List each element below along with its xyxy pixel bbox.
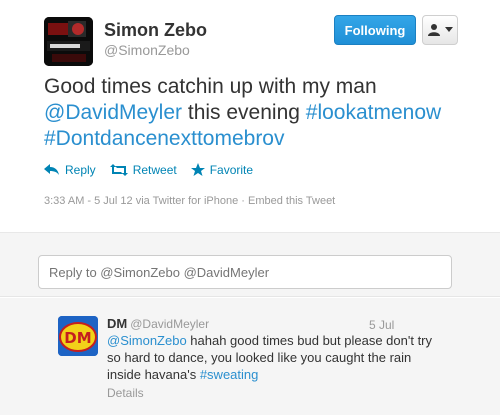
reply-label[interactable]: Reply [65,163,96,177]
tweet-meta[interactable]: 3:33 AM - 5 Jul 12 via Twitter for iPhon… [44,195,335,207]
reply-box-area [0,233,500,297]
mention-link[interactable]: @DavidMeyler [44,101,182,124]
tweet-actions: Reply Retweet Favorite [44,163,267,177]
reply-item: DM DM @DavidMeyler 5 Jul @SimonZebo hahah… [0,298,500,415]
reply-action[interactable]: Reply [44,163,96,177]
reply-icon [44,164,59,175]
user-icon [427,24,440,36]
hashtag-link[interactable]: #lookatmenow [306,101,441,124]
retweet-icon [109,164,128,176]
tweet-text-part: this evening [182,101,306,124]
author-handle[interactable]: @SimonZebo [104,42,190,58]
mention-link[interactable]: @SimonZebo [107,333,187,348]
tweet-card: Simon Zebo @SimonZebo Following Good tim… [0,0,500,232]
reply-input[interactable] [38,255,452,289]
details-link[interactable]: Details [107,386,144,400]
retweet-label[interactable]: Retweet [133,163,177,177]
user-actions-button[interactable] [422,15,458,45]
favorite-label[interactable]: Favorite [210,163,253,177]
hashtag-link[interactable]: #Dontdancenexttomebrov [44,127,285,150]
reply-author-handle[interactable]: @DavidMeyler [130,317,209,331]
favorite-star-icon [190,163,205,176]
reply-date[interactable]: 5 Jul [369,318,394,332]
reply-author-name[interactable]: DM [107,316,127,331]
reply-text: @SimonZebo hahah good times bud but plea… [107,332,437,383]
retweet-action[interactable]: Retweet [109,163,177,177]
hashtag-link[interactable]: #sweating [200,367,259,382]
tweet-text-part: Good times catchin up with my man [44,75,377,98]
caret-down-icon [444,27,453,32]
tweet-text: Good times catchin up with my man @David… [44,74,464,152]
following-button[interactable]: Following [334,15,416,45]
favorite-action[interactable]: Favorite [190,163,253,177]
reply-header: DM @DavidMeyler [107,316,209,331]
author-avatar[interactable] [44,17,93,66]
author-name[interactable]: Simon Zebo [104,20,207,41]
reply-author-avatar[interactable]: DM [58,316,98,356]
svg-text:DM: DM [64,329,91,347]
